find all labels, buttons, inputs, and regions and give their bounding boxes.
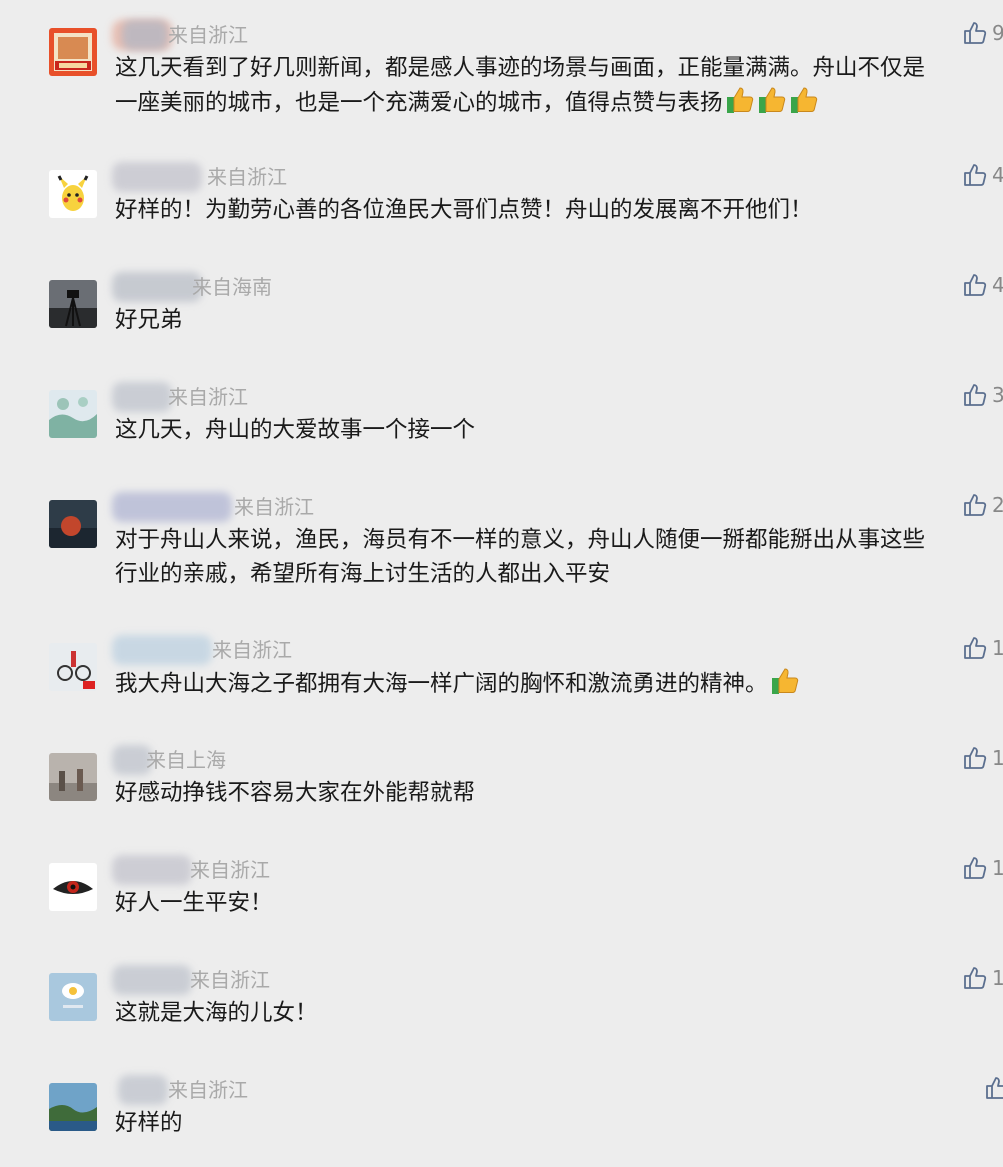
comment-text: 好感动挣钱不容易大家在外能帮就帮 (115, 780, 476, 806)
location-label: 来自浙江 (190, 858, 270, 882)
comment-text: 好样的 (115, 1110, 183, 1136)
blurred-username (112, 965, 192, 995)
blurred-username (112, 492, 232, 522)
like-count: 9 (992, 21, 1003, 45)
location-label: 来自海南 (192, 275, 272, 299)
like-count: 2 (992, 493, 1003, 517)
avatar[interactable] (49, 753, 97, 801)
blurred-username (112, 635, 212, 665)
location-label: 来自浙江 (207, 165, 287, 189)
comment-list: 来自浙江 9 这几天看到了好几则新闻，都是感人事迹的场景与画面，正能量满满。舟山… (0, 0, 1003, 1167)
thumbs-up-icon (964, 637, 987, 659)
like-count: 3 (992, 383, 1003, 407)
thumbs-up-icon (964, 274, 987, 296)
thumbs-up-emoji-icon (771, 668, 798, 694)
location-label: 来自浙江 (168, 23, 248, 47)
like-button[interactable]: 9 (962, 20, 1003, 50)
location-label: 来自浙江 (190, 968, 270, 992)
like-button[interactable]: 1 (962, 745, 1003, 775)
like-count: 1 (992, 966, 1003, 990)
blurred-username (112, 272, 202, 302)
like-button[interactable]: 3 (962, 382, 1003, 412)
like-count: 1 (992, 746, 1003, 770)
comment-text: 这几天看到了好几则新闻，都是感人事迹的场景与画面，正能量满满。舟山不仅是 一座美… (115, 51, 1003, 120)
comment-text: 对于舟山人来说，渔民，海员有不一样的意义，舟山人随便一掰都能掰出从事这些 行业的… (115, 523, 1003, 591)
thumbs-up-icon (964, 494, 987, 516)
like-button[interactable]: 4 (962, 162, 1003, 192)
thumbs-up-emoji-icon (790, 87, 817, 113)
avatar[interactable] (49, 28, 97, 76)
comment-text-line: 对于舟山人来说，渔民，海员有不一样的意义，舟山人随便一掰都能掰出从事这些 (115, 527, 926, 553)
avatar[interactable] (49, 390, 97, 438)
comment-text: 好兄弟 (115, 307, 183, 333)
thumbs-up-icon (964, 22, 987, 44)
avatar[interactable] (49, 643, 97, 691)
comment-text-line: 行业的亲戚，希望所有海上讨生活的人都出入平安 (115, 561, 611, 587)
comment-text-content: 我大舟山大海之子都拥有大海一样广阔的胸怀和激流勇进的精神。 (115, 671, 768, 697)
like-button[interactable] (984, 1075, 1003, 1105)
thumbs-up-icon (964, 747, 987, 769)
thumbs-up-icon (986, 1077, 1003, 1099)
location-label: 来自浙江 (234, 495, 314, 519)
avatar[interactable] (49, 500, 97, 548)
comment-text-line: 一座美丽的城市，也是一个充满爱心的城市，值得点赞与表扬 (115, 85, 1003, 120)
thumbs-up-emoji-icon (726, 87, 753, 113)
thumbs-up-icon (964, 384, 987, 406)
like-button[interactable]: 4 (962, 272, 1003, 302)
blurred-username (112, 382, 172, 412)
avatar[interactable] (49, 863, 97, 911)
like-count: 1 (992, 856, 1003, 880)
comment-text: 这就是大海的儿女！ (115, 1000, 318, 1026)
location-label: 来自浙江 (168, 1078, 248, 1102)
location-label: 来自浙江 (168, 385, 248, 409)
comment-text-line: 这几天看到了好几则新闻，都是感人事迹的场景与画面，正能量满满。舟山不仅是 (115, 55, 926, 81)
like-count: 4 (992, 163, 1003, 187)
thumbs-up-icon (964, 967, 987, 989)
comment-text: 我大舟山大海之子都拥有大海一样广阔的胸怀和激流勇进的精神。 (115, 666, 1003, 701)
avatar[interactable] (49, 973, 97, 1021)
like-button[interactable]: 1 (962, 965, 1003, 995)
thumbs-up-icon (964, 857, 987, 879)
like-button[interactable]: 1 (962, 855, 1003, 885)
avatar[interactable] (49, 170, 97, 218)
location-label: 来自上海 (146, 748, 226, 772)
blurred-username (118, 1075, 168, 1105)
comment-text: 好人一生平安！ (115, 890, 273, 916)
comment-text-content: 一座美丽的城市，也是一个充满爱心的城市，值得点赞与表扬 (115, 90, 723, 116)
comment-text: 这几天，舟山的大爱故事一个接一个 (115, 417, 476, 443)
avatar[interactable] (49, 280, 97, 328)
like-button[interactable]: 1 (962, 635, 1003, 665)
like-count: 4 (992, 273, 1003, 297)
location-label: 来自浙江 (212, 638, 292, 662)
thumbs-up-icon (964, 164, 987, 186)
like-count: 1 (992, 636, 1003, 660)
comment-text: 好样的！为勤劳心善的各位渔民大哥们点赞！舟山的发展离不开他们！ (115, 197, 813, 223)
blurred-username (112, 855, 192, 885)
blurred-username (122, 20, 168, 50)
thumbs-up-emoji-icon (758, 87, 785, 113)
like-button[interactable]: 2 (962, 492, 1003, 522)
blurred-username (112, 162, 202, 192)
avatar[interactable] (49, 1083, 97, 1131)
